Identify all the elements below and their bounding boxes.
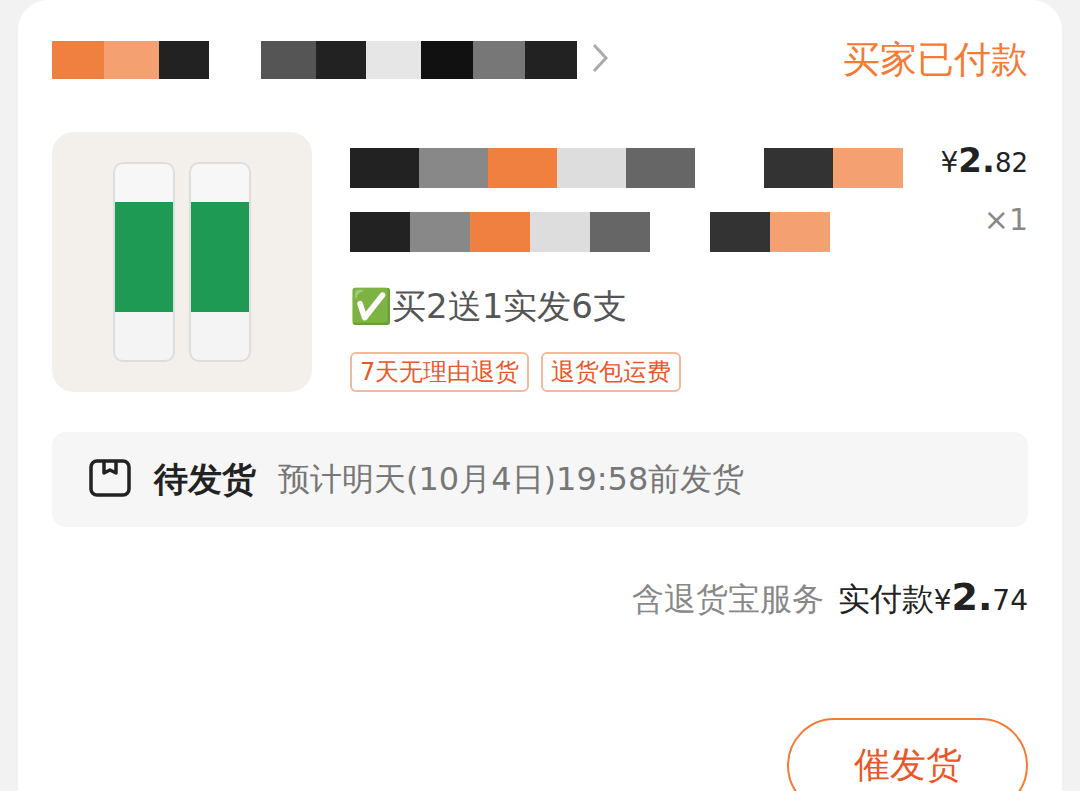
return-service: 含退货宝服务 [632, 578, 824, 622]
price-integer: 2. [958, 140, 995, 180]
shipping-eta: 预计明天(10月4日)19:58前发货 [278, 458, 744, 502]
shop-name-redacted [52, 41, 577, 79]
title-redacted [350, 148, 903, 188]
service-tag: 7天无理由退货 [350, 352, 529, 392]
price-column: ¥2.82 ×1 [941, 132, 1029, 392]
action-row: 催发货 [52, 718, 1028, 791]
payment: 实付款¥2.74 [838, 575, 1028, 622]
shipping-status[interactable]: 待发货预计明天(10月4日)19:58前发货 [52, 432, 1028, 527]
quantity: ×1 [984, 202, 1028, 237]
amount-currency: ¥ [934, 584, 952, 617]
paid-label: 实付款 [838, 580, 934, 618]
variant-redacted [350, 212, 850, 252]
glue-stick [113, 162, 175, 362]
chevron-right-icon[interactable] [591, 42, 609, 78]
urge-shipping-button[interactable]: 催发货 [787, 718, 1028, 791]
unit-price: ¥2.82 [941, 140, 1029, 180]
product-row[interactable]: ✅买2送1实发6支 7天无理由退货退货包运费 ¥2.82 ×1 [52, 132, 1028, 392]
price-currency: ¥ [941, 146, 959, 179]
amount-decimal: 74 [992, 584, 1028, 617]
product-image[interactable] [52, 132, 312, 392]
service-tag: 退货包运费 [541, 352, 681, 392]
order-status: 买家已付款 [843, 35, 1028, 85]
order-header: 买家已付款 [52, 30, 1028, 90]
paid-amount: ¥2.74 [934, 595, 1028, 614]
amount-integer: 2. [951, 575, 992, 619]
product-info: ✅买2送1实发6支 7天无理由退货退货包运费 [350, 132, 903, 392]
total-row: 含退货宝服务实付款¥2.74 [52, 575, 1028, 622]
shipping-state: 待发货 [154, 457, 256, 503]
glue-stick [189, 162, 251, 362]
price-decimal: 82 [995, 148, 1028, 178]
order-card: 买家已付款✅买2送1实发6支7天无理由退货退货包运费¥2.82×1待发货预计明天… [18, 0, 1062, 791]
service-tags: 7天无理由退货退货包运费 [350, 352, 903, 392]
package-icon [88, 458, 132, 502]
product-spec: ✅买2送1实发6支 [350, 284, 903, 330]
shop-link[interactable] [52, 41, 609, 79]
